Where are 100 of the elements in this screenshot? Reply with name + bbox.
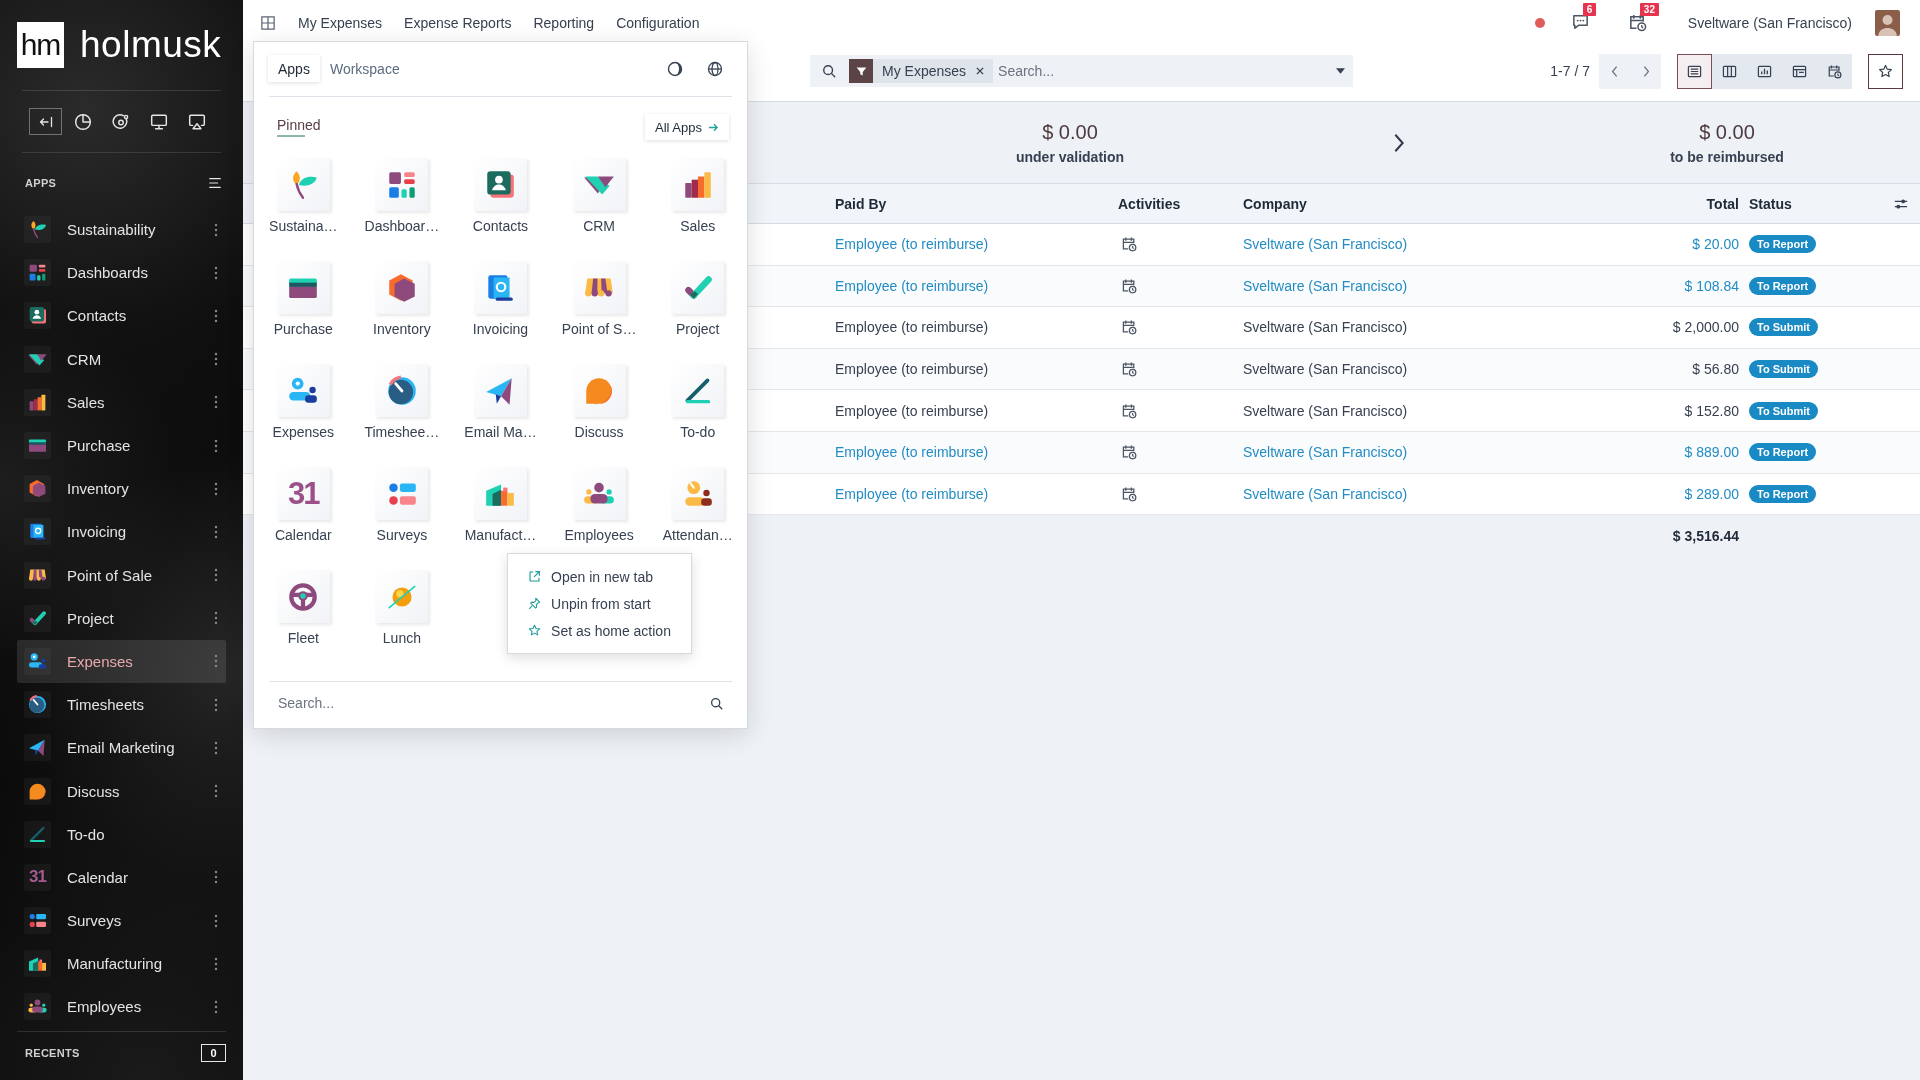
sidebar-item[interactable]: Sustainability — [17, 208, 226, 252]
list-view-button[interactable] — [1677, 53, 1712, 89]
tiles-icon — [24, 259, 51, 287]
screen-cast-icon[interactable] — [188, 112, 206, 131]
top-menu-item[interactable]: My Expenses — [298, 14, 383, 31]
column-header[interactable]: Activities — [1103, 195, 1181, 212]
menu-item[interactable]: Open in new tab — [508, 563, 692, 590]
search-field[interactable]: My Expenses Search... — [810, 55, 1353, 87]
top-menu-item[interactable]: Expense Reports — [404, 14, 512, 31]
monitor-icon[interactable] — [150, 112, 168, 131]
search-input[interactable]: Search... — [998, 59, 1336, 83]
top-menu-item[interactable]: Configuration — [616, 14, 700, 31]
kebab-icon[interactable] — [214, 740, 218, 755]
calendar-clock-icon[interactable] — [1121, 485, 1137, 502]
column-header[interactable]: Company — [1228, 195, 1307, 212]
calendar-clock-icon[interactable] — [1121, 236, 1137, 253]
sidebar-item[interactable]: 31 Calendar — [17, 855, 226, 899]
collapse-button[interactable] — [29, 108, 62, 135]
search-icon[interactable] — [710, 696, 723, 710]
kebab-icon[interactable] — [214, 222, 218, 237]
kebab-icon[interactable] — [214, 913, 218, 928]
kebab-icon[interactable] — [214, 999, 218, 1014]
planet-icon — [375, 570, 429, 623]
grand-total: $ 3,516.44 — [1672, 527, 1740, 544]
kebab-icon[interactable] — [214, 654, 218, 669]
kebab-icon[interactable] — [214, 481, 218, 496]
stat-label: to be reimbursed — [1670, 148, 1784, 165]
kanban-view-button[interactable] — [1712, 53, 1747, 89]
sidebar-item[interactable]: Discuss — [17, 769, 226, 813]
kebab-icon[interactable] — [214, 352, 218, 367]
all-apps-button[interactable]: All Apps — [645, 114, 729, 140]
kebab-icon[interactable] — [214, 697, 218, 712]
kebab-icon[interactable] — [214, 438, 218, 453]
orbit-icon[interactable] — [112, 112, 130, 131]
company-switcher[interactable]: Sveltware (San Francisco) — [1687, 14, 1852, 31]
app-launcher[interactable]: Lunch — [375, 570, 429, 647]
sidebar-item[interactable]: Invoicing — [17, 510, 226, 554]
sidebar-item[interactable]: Project — [17, 596, 226, 640]
sidebar-item[interactable]: To-do — [17, 812, 226, 856]
kebab-icon[interactable] — [214, 956, 218, 971]
close-icon[interactable] — [975, 66, 986, 76]
search-icon[interactable] — [822, 64, 836, 78]
activity-view-button[interactable] — [1817, 53, 1852, 89]
column-header[interactable]: Paid By — [820, 195, 887, 212]
kebab-icon[interactable] — [214, 524, 218, 539]
top-menu-item[interactable]: Reporting — [533, 14, 595, 31]
message-count-badge: 6 — [1582, 3, 1597, 16]
pie-chart-icon[interactable] — [74, 112, 92, 131]
menu-tab[interactable]: Workspace — [319, 55, 410, 82]
search-input[interactable]: Search... — [278, 695, 710, 711]
menu-item[interactable]: Unpin from start — [508, 590, 692, 617]
sidebar-item[interactable]: CRM — [17, 337, 226, 381]
sidebar-item[interactable]: Employees — [17, 985, 226, 1029]
sidebar-item[interactable]: Expenses — [17, 639, 226, 684]
sidebar-item[interactable]: Contacts — [17, 294, 226, 338]
recents-count[interactable]: 0 — [201, 1043, 226, 1062]
sidebar-item[interactable]: Dashboards — [17, 251, 226, 295]
factory-icon — [474, 467, 527, 520]
calendar-clock-icon[interactable] — [1121, 277, 1137, 294]
kebab-icon[interactable] — [214, 265, 218, 280]
menu-item[interactable]: Set as home action — [508, 617, 692, 644]
moon-icon[interactable] — [667, 60, 683, 77]
app-launcher[interactable]: Fleet — [276, 570, 330, 647]
user-avatar[interactable] — [1875, 9, 1900, 36]
total-cell-text: $ 108.84 — [1684, 277, 1740, 294]
sidebar-item[interactable]: Point of Sale — [17, 553, 226, 597]
list-icon — [1687, 63, 1702, 79]
speech-bubble-icon — [572, 364, 626, 417]
calendar-clock-icon[interactable] — [1627, 13, 1647, 32]
sidebar-item[interactable]: Surveys — [17, 899, 226, 943]
column-header[interactable]: Total — [1706, 195, 1745, 212]
stat-amount: $ 0.00 — [1042, 120, 1098, 144]
calendar-clock-icon[interactable] — [1121, 319, 1137, 336]
kebab-icon[interactable] — [214, 870, 218, 885]
calendar-clock-icon — [1827, 63, 1842, 79]
kebab-icon[interactable] — [214, 308, 218, 323]
calendar-clock-icon[interactable] — [1121, 402, 1137, 419]
star-button[interactable] — [1868, 53, 1903, 89]
calendar-clock-icon[interactable] — [1121, 444, 1137, 461]
sidebar-item[interactable]: Purchase — [17, 423, 226, 468]
paper-plane-icon — [24, 734, 51, 762]
sidebar-item[interactable]: Inventory — [17, 467, 226, 511]
grid-icon[interactable] — [261, 15, 275, 30]
kebab-icon[interactable] — [214, 568, 218, 583]
kebab-icon[interactable] — [214, 395, 218, 410]
menu-tab[interactable]: Apps — [268, 55, 320, 82]
sidebar-item[interactable]: Email Marketing — [17, 726, 226, 770]
calendar-clock-icon[interactable] — [1121, 361, 1137, 378]
pager-value[interactable]: 1-7 / 7 — [1550, 63, 1590, 79]
menu-icon[interactable] — [208, 176, 222, 190]
chat-icon[interactable] — [1570, 13, 1590, 32]
sidebar-item[interactable]: Timesheets — [17, 683, 226, 727]
kebab-icon[interactable] — [214, 611, 218, 626]
contact-card-icon — [24, 302, 51, 330]
globe-icon[interactable] — [707, 60, 723, 77]
column-header[interactable]: Status — [1745, 195, 1792, 212]
kebab-icon[interactable] — [214, 784, 218, 799]
caret-down-icon[interactable] — [1336, 68, 1345, 74]
sidebar-item[interactable]: Manufacturing — [17, 942, 226, 986]
sidebar-item[interactable]: Sales — [17, 380, 226, 424]
